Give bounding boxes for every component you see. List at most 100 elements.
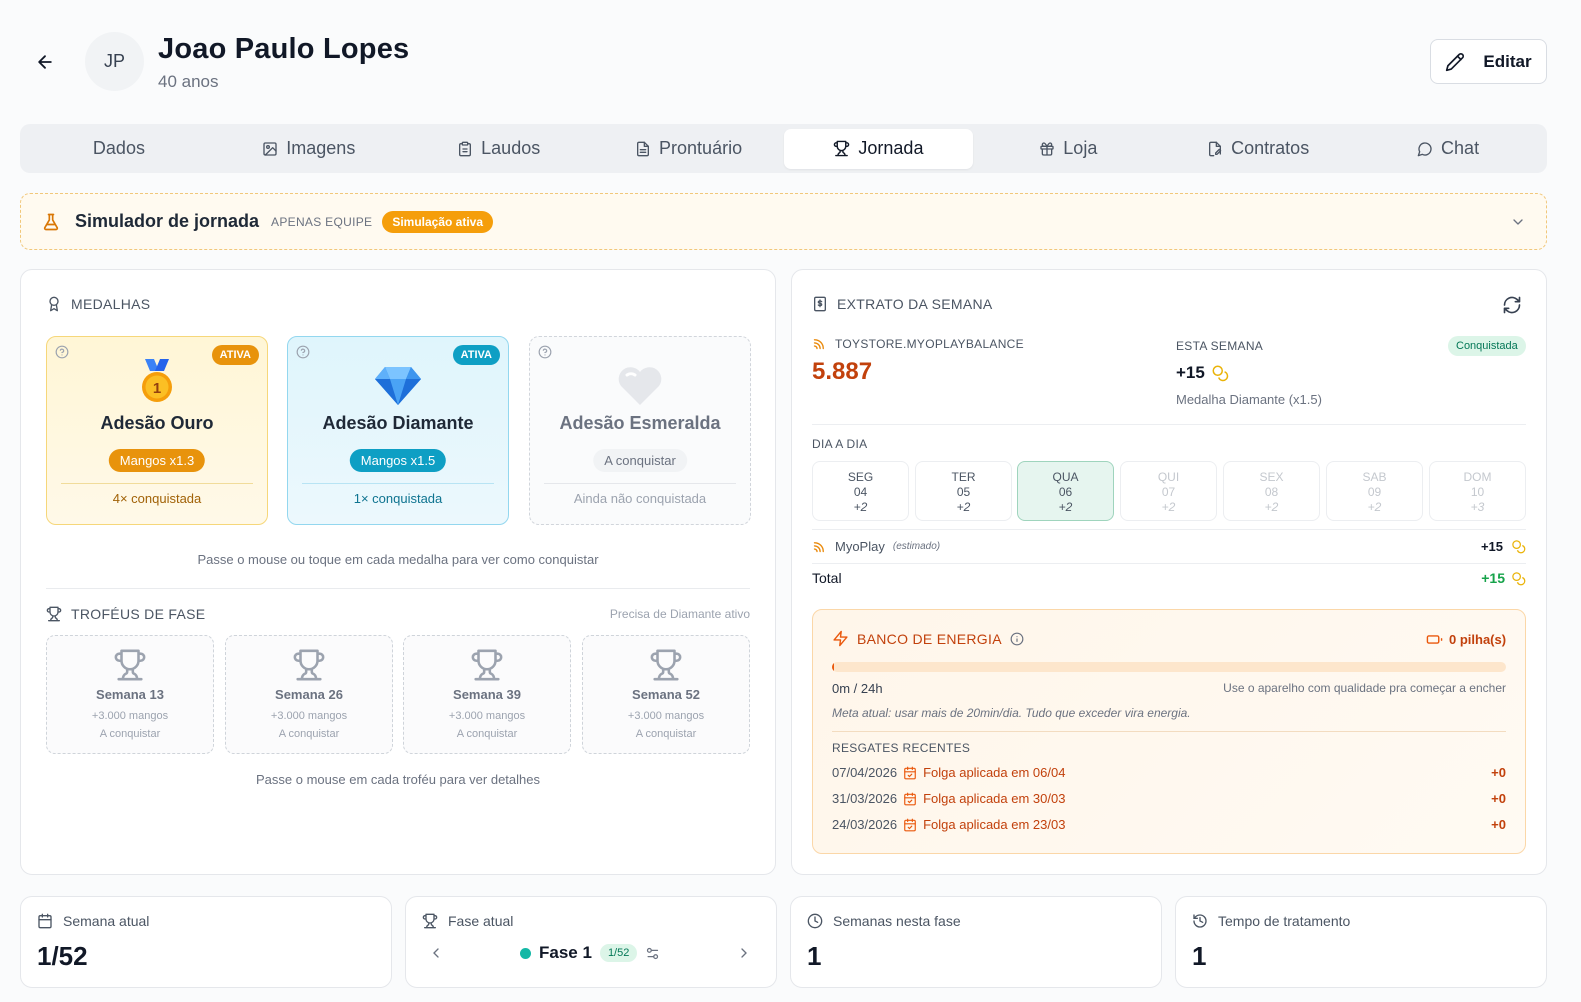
trophy-card[interactable]: Semana 26 +3.000 mangos A conquistar <box>225 635 393 754</box>
stat-label: Semanas nesta fase <box>833 913 961 929</box>
stat-value: 1/52 <box>37 941 88 971</box>
simulator-banner[interactable]: Simulador de jornada APENAS EQUIPE Simul… <box>20 193 1547 250</box>
calendar-icon <box>38 913 52 929</box>
medal-card-gold[interactable]: ATIVA 1 Adesão Ouro Mangos x1.3 4× conqu… <box>46 336 268 525</box>
day-name: SAB <box>1362 470 1387 484</box>
total-label: Total <box>812 570 842 586</box>
day-name: SEX <box>1259 470 1284 484</box>
tab-label: Imagens <box>286 138 356 158</box>
myoplay-row: MyoPlay (estimado) +15 <box>812 539 1526 554</box>
arrow-left-icon <box>38 55 52 69</box>
tab-contratos[interactable]: Contratos <box>1163 129 1353 169</box>
trophies-header: TROFÉUS DE FASE <box>46 606 205 622</box>
flask-icon <box>43 213 59 230</box>
rescue-row: 31/03/2026 Folga aplicada em 30/03 +0 <box>832 791 1506 806</box>
trophy-card[interactable]: Semana 39 +3.000 mangos A conquistar <box>403 635 571 754</box>
rescue-value: +0 <box>1491 765 1506 780</box>
rescue-desc: Folga aplicada em 23/03 <box>923 817 1066 832</box>
calendar-check-icon <box>904 766 916 779</box>
tab-prontuario[interactable]: Prontuário <box>594 129 784 169</box>
back-button[interactable] <box>30 48 60 76</box>
mango-icon <box>813 339 824 350</box>
trophy-week: Semana 52 <box>632 687 700 702</box>
stat-value: 1 <box>1192 941 1207 971</box>
myoplay-note: (estimado) <box>892 541 941 552</box>
gift-icon <box>1040 141 1054 156</box>
trophy-icon <box>650 649 682 681</box>
medals-hint: Passe o mouse ou toque em cada medalha p… <box>197 552 599 567</box>
trophy-card[interactable]: Semana 52 +3.000 mangos A conquistar <box>582 635 750 754</box>
batteries-row: 0 pilha(s) <box>1426 631 1506 648</box>
info-icon[interactable] <box>1010 632 1024 646</box>
tab-loja[interactable]: Loja <box>973 129 1163 169</box>
phase-badge: 1/52 <box>599 944 638 962</box>
medal-multiplier: Mangos x1.3 <box>108 449 206 472</box>
week-value: +15 <box>1176 363 1205 382</box>
daily-label: DIA A DIA <box>812 437 868 451</box>
chevron-down-icon <box>1513 218 1523 225</box>
day-cell: DOM 10 +3 <box>1429 461 1526 521</box>
trophies-requirement: Precisa de Diamante ativo <box>609 607 750 621</box>
tab-label: Chat <box>1441 138 1480 158</box>
medal-name: Adesão Diamante <box>322 413 474 433</box>
medal-multiplier: A conquistar <box>593 449 687 472</box>
energy-header: BANCO DE ENERGIA <box>832 630 1024 647</box>
help-icon[interactable] <box>538 345 552 359</box>
prev-phase-button[interactable] <box>428 945 444 961</box>
rescues-title: RESGATES RECENTES <box>832 741 971 755</box>
trophy-reward: +3.000 mangos <box>91 710 169 722</box>
week-badge: Conquistada <box>1448 336 1526 356</box>
tab-laudos[interactable]: Laudos <box>404 129 594 169</box>
batteries-count: 0 pilha(s) <box>1449 632 1507 647</box>
trophy-icon <box>114 649 146 681</box>
refresh-button[interactable] <box>1500 293 1524 317</box>
day-date: 07 <box>1161 485 1176 499</box>
phase-name: Fase 1 <box>539 943 592 962</box>
tab-imagens[interactable]: Imagens <box>214 129 404 169</box>
receipt-icon <box>814 296 826 312</box>
medal-card-diamond[interactable]: ATIVA Adesão Diamante Mangos x1.5 1× con… <box>287 336 509 525</box>
medal-card-emerald[interactable]: Adesão Esmeralda A conquistar Ainda não … <box>529 336 751 525</box>
stat-card-phase: Fase atual Fase 1 1/52 <box>405 896 777 988</box>
file-text-icon <box>637 141 650 156</box>
tab-chat[interactable]: Chat <box>1353 129 1543 169</box>
trophy-icon <box>422 913 438 929</box>
settings-sliders-icon[interactable] <box>645 946 660 961</box>
stat-card-week: Semana atual 1/52 <box>20 896 392 988</box>
day-date: 09 <box>1367 485 1382 499</box>
total-row: Total +15 <box>812 570 1526 586</box>
edit-button[interactable]: Editar <box>1430 39 1547 84</box>
calendar-check-icon <box>904 792 916 805</box>
energy-progress-track <box>832 662 1506 672</box>
medals-header: MEDALHAS <box>46 296 150 312</box>
stat-label: Tempo de tratamento <box>1218 913 1351 929</box>
mango-icon <box>813 542 824 553</box>
battery-icon <box>1426 635 1443 644</box>
trophy-status: A conquistar <box>635 728 697 740</box>
trophy-card[interactable]: Semana 13 +3.000 mangos A conquistar <box>46 635 214 754</box>
day-name: TER <box>951 470 976 484</box>
heart-icon <box>618 367 662 405</box>
help-icon[interactable] <box>296 345 310 359</box>
trophy-week: Semana 39 <box>453 687 521 702</box>
stat-label: Fase atual <box>448 913 514 929</box>
next-phase-button[interactable] <box>736 945 752 961</box>
medal-name: Adesão Esmeralda <box>559 413 721 433</box>
day-cell-today: QUA 06 +2 <box>1017 461 1114 521</box>
tab-bar: Dados Imagens Laudos Prontuário Jornada … <box>20 124 1547 173</box>
help-icon[interactable] <box>55 345 69 359</box>
day-value: +2 <box>1161 500 1176 514</box>
day-value: +2 <box>853 500 868 514</box>
active-badge: ATIVA <box>452 345 500 365</box>
tab-jornada[interactable]: Jornada <box>783 128 974 169</box>
calendar-check-icon <box>904 818 916 831</box>
energy-title: BANCO DE ENERGIA <box>857 630 1002 647</box>
tab-dados[interactable]: Dados <box>24 129 214 169</box>
tab-label: Dados <box>92 138 145 158</box>
medal-number: 1 <box>153 380 161 397</box>
phase-dot <box>520 947 531 959</box>
phase-display: Fase 1 1/52 <box>520 943 660 963</box>
tab-label: Laudos <box>481 138 541 158</box>
trophy-icon <box>46 606 62 622</box>
medal-multiplier: Mangos x1.5 <box>349 449 447 472</box>
